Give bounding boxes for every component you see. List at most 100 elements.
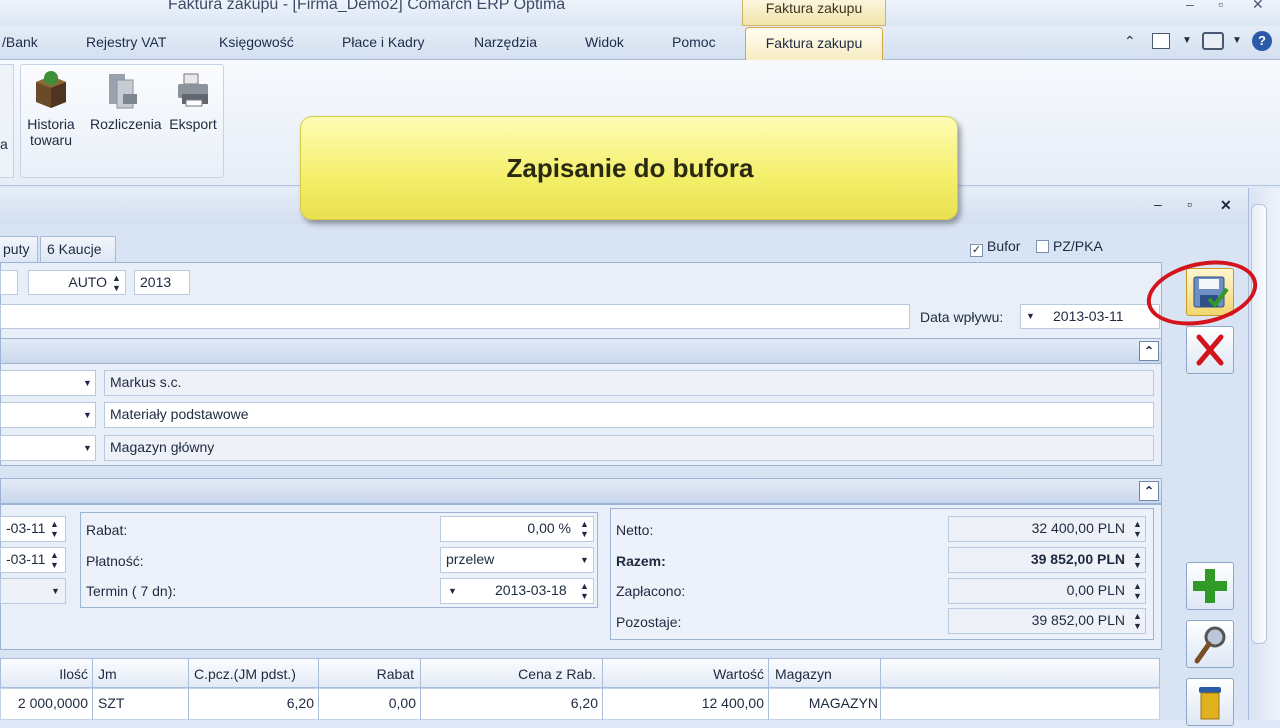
chevron-down-icon[interactable]: ▼: [83, 378, 92, 388]
date-received-field[interactable]: 2013-03-11: [1020, 304, 1160, 329]
minimize-button[interactable]: –: [1186, 0, 1194, 12]
rozliczenia-button[interactable]: Rozliczenia: [90, 70, 162, 132]
pzpka-checkbox[interactable]: PZ/PKA: [1036, 238, 1103, 254]
eksport-button[interactable]: Eksport: [162, 70, 224, 132]
help-icon[interactable]: ?: [1252, 31, 1272, 51]
spinner-icon[interactable]: ▲ ▼: [50, 550, 59, 570]
col-rabat-header[interactable]: Rabat: [322, 666, 414, 682]
chevron-down-icon[interactable]: ▼: [83, 443, 92, 453]
contractor-name-field[interactable]: Markus s.c.: [104, 370, 1154, 396]
column-divider: [420, 658, 421, 720]
cell-jm: SZT: [98, 695, 125, 711]
spinner-icon[interactable]: ▲ ▼: [1133, 550, 1142, 570]
tab-rejestry-vat[interactable]: Rejestry VAT: [86, 34, 166, 50]
scrollbar-thumb[interactable]: [1251, 204, 1267, 644]
restore-button[interactable]: ▫: [1218, 0, 1223, 12]
window-title: Faktura zakupu - [Firma_Demo2] Comarch E…: [168, 0, 566, 13]
cancel-button[interactable]: [1186, 326, 1234, 374]
contextual-tab-title: Faktura zakupu: [742, 0, 886, 26]
tab-ksiegowosc[interactable]: Księgowość: [219, 34, 294, 50]
tab-faktura-zakupu[interactable]: Faktura zakupu: [745, 27, 883, 61]
chevron-down-icon[interactable]: ▼: [1026, 311, 1035, 321]
pozostaje-value: 39 852,00 PLN: [948, 608, 1146, 634]
delete-button[interactable]: [1186, 678, 1234, 726]
category-name-field[interactable]: Materiały podstawowe: [104, 402, 1154, 428]
col-ilosc-header[interactable]: Ilość: [0, 666, 88, 682]
tab-kaucje[interactable]: 6 Kaucje: [40, 236, 116, 262]
tab-place-i-kadry[interactable]: Płace i Kadry: [342, 34, 424, 50]
callout-text: Zapisanie do bufora: [506, 153, 754, 183]
col-jm-header[interactable]: Jm: [98, 666, 117, 682]
category-code-combo[interactable]: [0, 402, 96, 428]
spinner-icon[interactable]: ▲ ▼: [1133, 581, 1142, 601]
cancel-icon: [1196, 334, 1224, 366]
tab-bank[interactable]: /Bank: [2, 34, 38, 50]
bufor-checkbox[interactable]: ✓ Bufor: [970, 238, 1020, 257]
contractor-section-bar: [0, 338, 1162, 364]
chevron-down-icon[interactable]: ▼: [1232, 35, 1242, 46]
spinner-icon[interactable]: ▲ ▼: [580, 519, 589, 539]
tab-pomoc[interactable]: Pomoc: [672, 34, 716, 50]
callout-box: Zapisanie do bufora: [300, 116, 958, 220]
cell-cena-z-rabatem: 6,20: [570, 695, 598, 711]
chevron-down-icon[interactable]: ▼: [580, 555, 589, 565]
add-button[interactable]: [1186, 562, 1234, 610]
spinner-icon[interactable]: ▲ ▼: [1133, 519, 1142, 539]
spinner-icon[interactable]: ▲ ▼: [112, 273, 121, 293]
razem-value: 39 852,00 PLN: [948, 547, 1146, 573]
warehouse-code-combo[interactable]: [0, 435, 96, 461]
tab-narzedzia[interactable]: Narzędzia: [474, 34, 537, 50]
spinner-icon[interactable]: ▲ ▼: [580, 581, 589, 601]
collapse-section-icon[interactable]: ⌃: [1139, 341, 1159, 361]
tab-widok[interactable]: Widok: [585, 34, 624, 50]
preview-button[interactable]: [1186, 620, 1234, 668]
year-field[interactable]: 2013: [134, 270, 190, 295]
close-button[interactable]: ✕: [1252, 0, 1264, 13]
doc-close-button[interactable]: ✕: [1220, 197, 1232, 214]
chevron-down-icon[interactable]: ▼: [51, 586, 60, 596]
col-cena-z-rabatem-header[interactable]: Cena z Rab.: [424, 666, 596, 682]
spinner-icon[interactable]: ▲ ▼: [50, 519, 59, 539]
pozostaje-label: Pozostaje:: [616, 614, 682, 630]
history-box-icon: [32, 70, 70, 110]
rabat-field[interactable]: 0,00 %: [440, 516, 594, 542]
col-wartosc-header[interactable]: Wartość: [606, 666, 764, 682]
add-icon: [1193, 569, 1227, 603]
termin-label: Termin ( 7 dn):: [86, 583, 177, 599]
col-cena-poczatkowa-header[interactable]: C.pcz.(JM pdst.): [194, 666, 296, 682]
column-divider: [880, 658, 881, 720]
doc-restore-button[interactable]: ▫: [1187, 196, 1192, 212]
rabat-label: Rabat:: [86, 522, 128, 538]
chevron-down-icon[interactable]: ▼: [1182, 35, 1192, 46]
doc-minimize-button[interactable]: –: [1154, 196, 1162, 212]
column-divider: [768, 658, 769, 720]
collapse-ribbon-icon[interactable]: ⌃: [1124, 33, 1136, 50]
cell-cena-poczatkowa: 6,20: [286, 695, 314, 711]
spinner-icon[interactable]: ▲ ▼: [1133, 611, 1142, 631]
tab-atrybuty[interactable]: puty: [0, 236, 38, 262]
razem-label: Razem:: [616, 553, 666, 569]
warehouse-name-field[interactable]: Magazyn główny: [104, 435, 1154, 461]
column-divider: [318, 658, 319, 720]
chevron-down-icon[interactable]: ▼: [83, 410, 92, 420]
cell-rabat: 0,00: [388, 695, 416, 711]
platnosc-combo[interactable]: przelew: [440, 547, 594, 573]
contractor-code-combo[interactable]: [0, 370, 96, 396]
zaplacono-value[interactable]: 0,00 PLN: [948, 578, 1146, 604]
zaplacono-label: Zapłacono:: [616, 583, 686, 599]
historia-towaru-button[interactable]: Historia towaru: [20, 70, 82, 148]
description-field[interactable]: [0, 304, 910, 329]
cell-magazyn: MAGAZYN: [808, 695, 878, 711]
export-printer-icon: [174, 70, 212, 110]
collapse-section-icon[interactable]: ⌃: [1139, 481, 1159, 501]
column-divider: [602, 658, 603, 720]
column-divider: [92, 658, 93, 720]
doc-prefix-field[interactable]: [0, 270, 18, 295]
historia-label-1: Historia: [27, 116, 75, 132]
checkbox-unchecked-icon: [1036, 240, 1049, 253]
termin-field[interactable]: 2013-03-18: [440, 578, 594, 604]
screen-icon[interactable]: [1202, 32, 1224, 50]
chevron-down-icon[interactable]: ▼: [448, 586, 457, 596]
col-magazyn-header[interactable]: Magazyn: [775, 666, 832, 682]
window-layout-icon[interactable]: [1152, 33, 1170, 49]
